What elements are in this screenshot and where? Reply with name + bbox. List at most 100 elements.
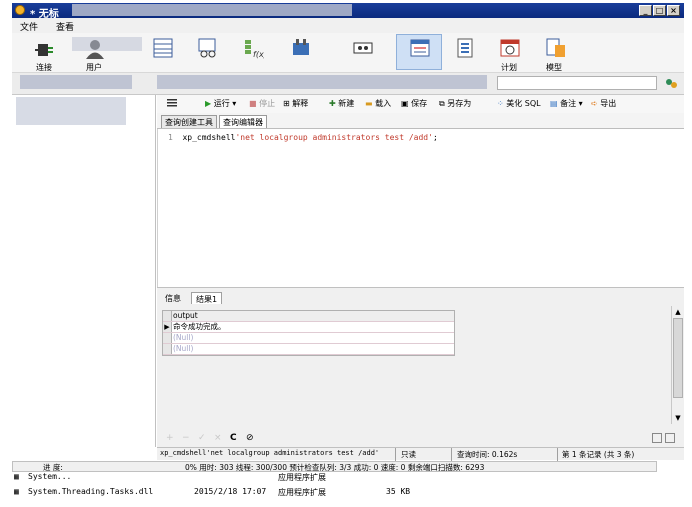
play-icon: ▶	[205, 99, 212, 108]
toolbar-user-label: 用户	[86, 63, 102, 72]
app-icon	[15, 5, 25, 15]
code-line-1: 1 xp_cmdshell'net localgroup administrat…	[168, 133, 438, 142]
save-label: 保存	[411, 99, 428, 108]
sql-editor[interactable]: 1 xp_cmdshell'net localgroup administrat…	[157, 129, 684, 287]
explain-button[interactable]: ⊞ 解释	[283, 98, 308, 109]
menu-bar: 文件 查看	[12, 18, 684, 33]
menu-toggle-icon[interactable]	[167, 99, 177, 107]
file-type: 应用程序扩展	[278, 488, 326, 497]
function-icon[interactable]: f(x)	[242, 37, 267, 59]
toolbar-connect-label: 连接	[36, 63, 52, 72]
stop-query-icon[interactable]: ⊘	[246, 433, 254, 443]
nav-remove-icon[interactable]: −	[182, 433, 190, 443]
nav-apply-icon[interactable]: ✓	[198, 433, 206, 443]
redacted-connection	[20, 75, 132, 89]
row-pointer-icon: ▶	[163, 322, 172, 332]
row-indicator	[163, 333, 172, 343]
schedule-icon	[499, 37, 521, 59]
results-scrollbar[interactable]: ▲ ▼	[671, 306, 683, 424]
minimize-button[interactable]: _	[639, 5, 652, 16]
file-icon: ▦	[14, 472, 19, 481]
status-divider	[395, 448, 396, 461]
maximize-button[interactable]: □	[653, 5, 666, 16]
svg-text:f(x): f(x)	[253, 50, 264, 59]
new-query-button[interactable]: ✚ 新建	[329, 98, 354, 109]
stop-button[interactable]: ■ 停止	[249, 98, 275, 109]
file-size: 35 KB	[386, 487, 411, 496]
status-query-time: 查询时间: 0.162s	[457, 450, 518, 459]
status-record: 第 1 条记录 (共 3 条)	[562, 450, 635, 459]
file-row[interactable]: ▦ System.Threading.Tasks.dll 2015/2/18 1…	[14, 486, 414, 500]
beautify-label: 美化 SQL	[506, 99, 541, 108]
table-cell: (Null)	[173, 333, 194, 342]
filter-icon[interactable]	[664, 76, 678, 90]
beautify-icon: ⁘	[497, 99, 504, 108]
toolbar-model[interactable]: 模型	[540, 36, 580, 72]
comment-button[interactable]: ▤ 备注 ▾	[550, 98, 583, 109]
connection-tree-panel[interactable]	[12, 95, 156, 447]
load-label: 载入	[375, 99, 392, 108]
toolbar-query-active[interactable]	[396, 34, 442, 70]
form-view-icon[interactable]	[665, 433, 675, 443]
tab-query-builder[interactable]: 查询创建工具	[161, 115, 217, 128]
row-indicator	[163, 344, 172, 354]
file-name: System...	[28, 472, 72, 481]
status-divider	[557, 448, 558, 461]
tab-result-1[interactable]: 结果1	[191, 292, 223, 304]
view-icon[interactable]	[197, 37, 219, 59]
scroll-up-icon[interactable]: ▲	[673, 308, 683, 316]
grid-header-corner	[163, 311, 172, 321]
run-button[interactable]: ▶ 运行 ▾	[205, 98, 236, 109]
column-header-output[interactable]: output	[173, 311, 198, 321]
toolbar-schedule[interactable]: 计划	[496, 36, 536, 72]
result-grid[interactable]: output ▶ 命令成功完成。 (Null) (Null)	[162, 310, 455, 356]
table-cell: 命令成功完成。	[173, 322, 226, 331]
save-as-icon: ⧉	[439, 99, 445, 108]
table-icon[interactable]	[152, 37, 174, 59]
save-as-label: 另存为	[447, 99, 472, 108]
table-row[interactable]: ▶ 命令成功完成。	[163, 322, 454, 333]
nav-first-icon[interactable]: +	[166, 433, 174, 443]
file-icon: ▦	[14, 487, 19, 496]
new-icon: ✚	[329, 99, 336, 108]
menu-view[interactable]: 查看	[56, 20, 74, 33]
nav-cancel-icon[interactable]: ×	[214, 433, 222, 443]
close-button[interactable]: ×	[667, 5, 680, 16]
file-row[interactable]: ▦ System... 应用程序扩展	[14, 471, 414, 485]
refresh-icon[interactable]: C	[230, 433, 237, 443]
export-button[interactable]: ➪ 导出	[591, 98, 616, 109]
folder-icon: ▬	[365, 99, 373, 108]
table-row[interactable]: (Null)	[163, 344, 454, 355]
comment-label: 备注	[560, 99, 577, 108]
code-terminator: ;	[432, 133, 438, 142]
load-button[interactable]: ▬ 载入	[365, 98, 391, 109]
status-divider	[451, 448, 452, 461]
scroll-thumb[interactable]	[673, 318, 683, 398]
beautify-sql-button[interactable]: ⁘ 美化 SQL	[497, 98, 541, 109]
code-function: xp_cmdshell	[182, 133, 236, 142]
table-row[interactable]: (Null)	[163, 333, 454, 344]
results-panel: 信息 结果1 output ▶ 命令成功完成。 (Null) (Null) ▲ …	[157, 287, 684, 447]
toolbar-connect[interactable]: 连接	[30, 36, 70, 72]
file-name: System.Threading.Tasks.dll	[28, 487, 154, 496]
grid-view-icon[interactable]	[652, 433, 662, 443]
backup-icon[interactable]	[454, 37, 476, 59]
redacted-toolbar	[72, 37, 142, 51]
status-bar: xp_cmdshell'net localgroup administrator…	[157, 447, 684, 461]
export-label: 导出	[600, 99, 617, 108]
query-tabs: 查询创建工具 查询编辑器	[157, 113, 684, 129]
event-icon[interactable]	[290, 37, 312, 59]
save-button[interactable]: ▣ 保存	[401, 98, 427, 109]
scroll-down-icon[interactable]: ▼	[673, 414, 683, 422]
stop-icon: ■	[249, 99, 257, 108]
toolbar-model-label: 模型	[546, 63, 562, 72]
title-bar: * 无标 _ □ ×	[12, 3, 684, 20]
status-mode: 只读	[401, 450, 416, 459]
save-as-button[interactable]: ⧉ 另存为	[439, 98, 471, 109]
tab-query-editor[interactable]: 查询编辑器	[219, 115, 267, 128]
menu-file[interactable]: 文件	[20, 20, 38, 33]
redacted-object-path	[157, 75, 487, 89]
tab-info[interactable]: 信息	[161, 292, 185, 304]
object-search-input[interactable]	[497, 76, 657, 90]
query-icon[interactable]	[352, 37, 374, 59]
